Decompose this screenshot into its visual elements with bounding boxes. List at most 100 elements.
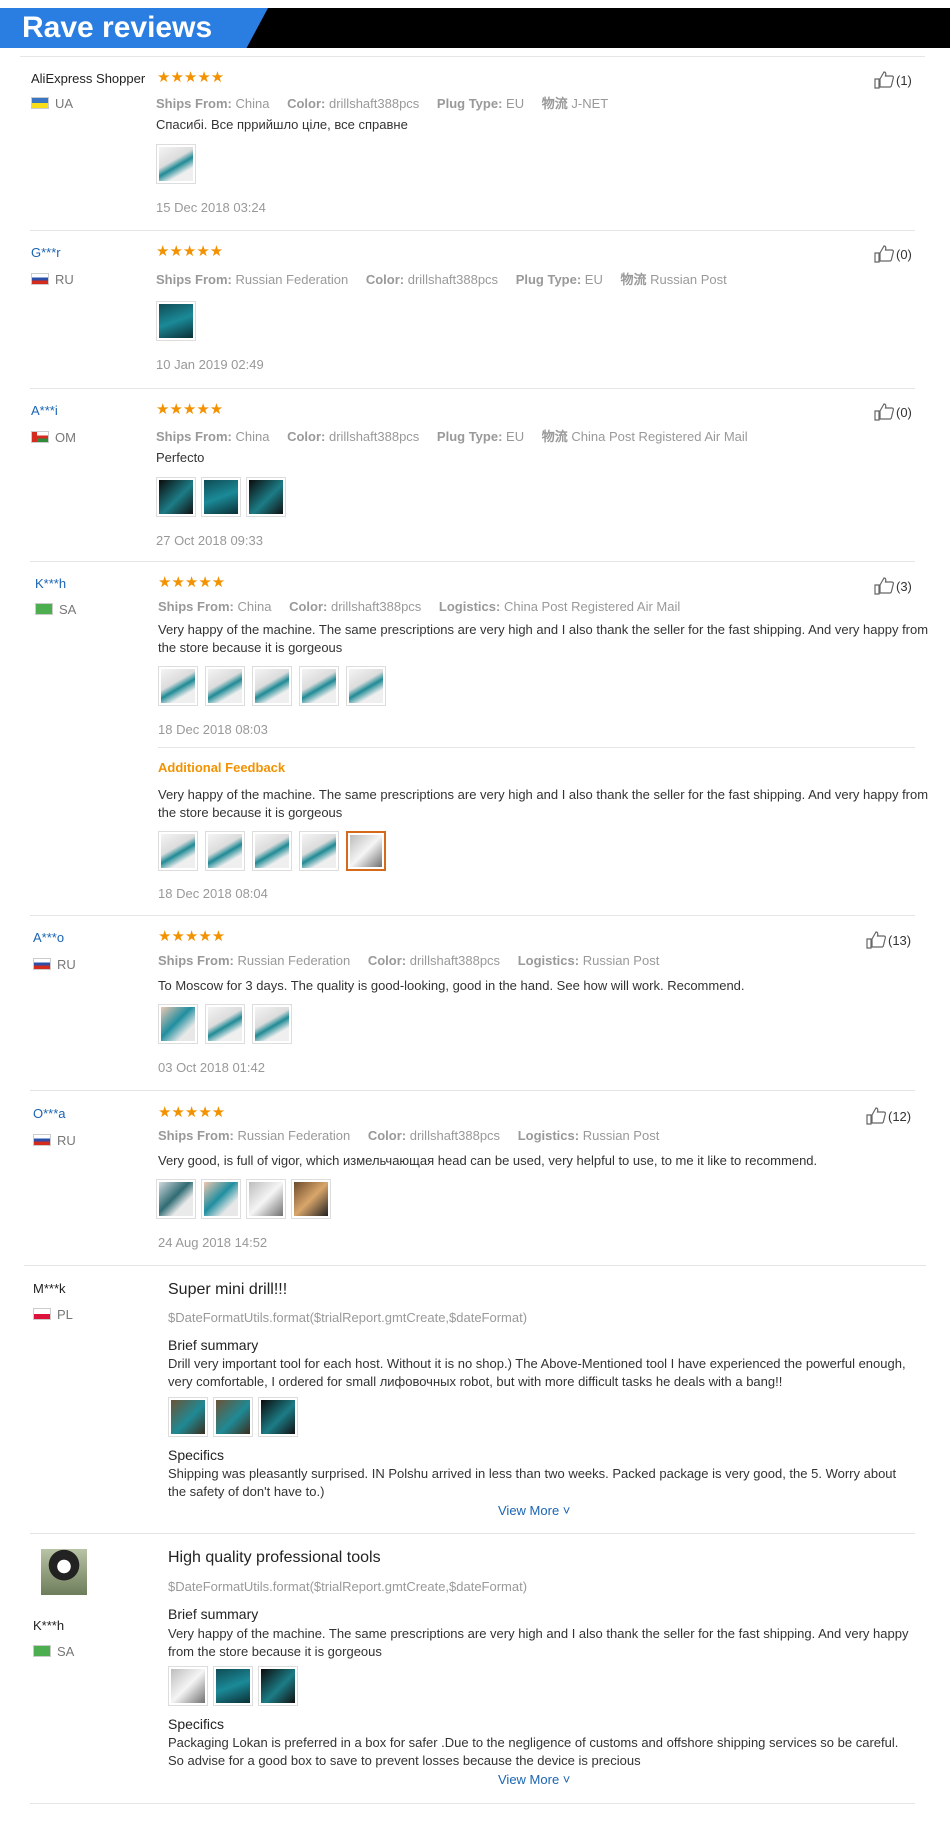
reviewer-name[interactable]: A***i [31, 403, 58, 418]
review-meta: Ships From: China Color: drillshaft388pc… [158, 599, 681, 614]
star-rating: ★★★★★ [156, 243, 224, 260]
additional-feedback-date: 18 Dec 2018 08:04 [158, 886, 268, 901]
thumbs-up-icon [874, 245, 894, 263]
reviewer-name[interactable]: AliExpress Shopper [31, 71, 145, 86]
review-meta: Ships From: China Color: drillshaft388pc… [156, 429, 748, 444]
photo-thumbnail[interactable] [156, 144, 196, 184]
photo-thumbnail[interactable] [201, 477, 241, 517]
brief-summary-text: Drill very important tool for each host.… [168, 1356, 906, 1389]
photo-thumbnail[interactable] [258, 1666, 298, 1706]
reviewer-name[interactable]: K***h [35, 576, 66, 591]
photo-thumbnail[interactable] [252, 1004, 292, 1044]
reviewer-name[interactable]: G***r [31, 245, 61, 260]
photo-thumbnail[interactable] [299, 831, 339, 871]
review-date: 03 Oct 2018 01:42 [158, 1060, 265, 1075]
report-photos [168, 1397, 298, 1437]
divider [30, 230, 915, 231]
photo-thumbnail[interactable] [168, 1666, 208, 1706]
divider [30, 561, 915, 562]
report-photos [168, 1666, 298, 1706]
additional-feedback-label: Additional Feedback [158, 760, 286, 775]
star-rating: ★★★★★ [158, 574, 226, 591]
brief-summary-heading: Brief summary [168, 1606, 259, 1622]
specifics-heading: Specifics [168, 1447, 225, 1463]
flag-icon [33, 1645, 51, 1657]
view-more-link[interactable]: View More ˅ [498, 1503, 570, 1518]
helpful-button[interactable]: (13) [866, 931, 911, 949]
photo-thumbnail[interactable] [156, 477, 196, 517]
country-code: RU [57, 957, 76, 972]
thumbs-up-icon [874, 577, 894, 595]
photo-thumbnail[interactable] [258, 1397, 298, 1437]
helpful-button[interactable]: (1) [874, 71, 912, 89]
review-text: Very good, is full of vigor, which измел… [158, 1153, 818, 1168]
flag-icon [33, 1308, 51, 1320]
helpful-count: (12) [888, 1109, 912, 1124]
thumbs-up-icon [866, 1107, 886, 1125]
flag-icon [31, 431, 49, 443]
photo-thumbnail-selected[interactable] [346, 831, 386, 871]
photo-thumbnail[interactable] [158, 831, 198, 871]
star-rating: ★★★★★ [156, 401, 224, 418]
reviewer-name[interactable]: O***a [33, 1106, 66, 1121]
additional-feedback-text: Very happy of the machine. The same pres… [158, 787, 929, 820]
specifics-heading: Specifics [168, 1716, 225, 1732]
photo-thumbnail[interactable] [246, 1179, 286, 1219]
reviewer-name[interactable]: A***o [33, 930, 64, 945]
helpful-count: (13) [888, 933, 912, 948]
report-title: High quality professional tools [168, 1549, 381, 1566]
view-more-link[interactable]: View More ˅ [498, 1772, 570, 1787]
review-photos [158, 666, 386, 706]
review-text: To Moscow for 3 days. The quality is goo… [158, 978, 745, 993]
review-photos [156, 477, 286, 517]
flag-icon [31, 97, 49, 109]
country-code: SA [57, 1644, 75, 1659]
country-code: RU [55, 272, 74, 287]
review-date: 15 Dec 2018 03:24 [156, 200, 266, 215]
specifics-text: Packaging Lokan is preferred in a box fo… [168, 1735, 899, 1768]
photo-thumbnail[interactable] [252, 831, 292, 871]
photo-thumbnail[interactable] [158, 666, 198, 706]
photo-thumbnail[interactable] [205, 1004, 245, 1044]
review-date: 10 Jan 2019 02:49 [156, 357, 264, 372]
banner-title: Rave reviews [22, 11, 213, 44]
thumbs-up-icon [874, 71, 894, 89]
photo-thumbnail[interactable] [299, 666, 339, 706]
divider [158, 747, 915, 748]
reviewer-name[interactable]: M***k [33, 1281, 66, 1296]
review-meta: Ships From: Russian Federation Color: dr… [158, 1128, 660, 1143]
photo-thumbnail[interactable] [252, 666, 292, 706]
photo-thumbnail[interactable] [205, 831, 245, 871]
review-photos [156, 301, 196, 341]
photo-thumbnail[interactable] [291, 1179, 331, 1219]
photo-thumbnail[interactable] [168, 1397, 208, 1437]
reviewer-country: PL [33, 1307, 73, 1322]
avatar[interactable] [41, 1549, 87, 1595]
photo-thumbnail[interactable] [158, 1004, 198, 1044]
photo-thumbnail[interactable] [213, 1397, 253, 1437]
divider [24, 1265, 926, 1266]
helpful-button[interactable]: (0) [874, 403, 912, 421]
helpful-button[interactable]: (0) [874, 245, 912, 263]
photo-thumbnail[interactable] [201, 1179, 241, 1219]
report-title: Super mini drill!!! [168, 1281, 288, 1298]
helpful-count: (3) [896, 579, 912, 594]
photo-thumbnail[interactable] [246, 477, 286, 517]
divider [30, 915, 915, 916]
helpful-button[interactable]: (3) [874, 577, 912, 595]
header-banner: Rave reviews [0, 8, 950, 48]
photo-thumbnail[interactable] [156, 1179, 196, 1219]
reviewer-name[interactable]: K***h [33, 1618, 64, 1633]
helpful-button[interactable]: (12) [866, 1107, 911, 1125]
photo-thumbnail[interactable] [156, 301, 196, 341]
star-rating: ★★★★★ [157, 69, 225, 86]
thumbs-up-icon [866, 931, 886, 949]
specifics-text: Shipping was pleasantly surprised. IN Po… [168, 1466, 897, 1499]
photo-thumbnail[interactable] [213, 1666, 253, 1706]
photo-thumbnail[interactable] [346, 666, 386, 706]
review-text: Спасибі. Все пррийшло ціле, все справне [156, 117, 408, 132]
divider [30, 1533, 915, 1534]
star-rating: ★★★★★ [158, 1104, 226, 1121]
star-rating: ★★★★★ [158, 928, 226, 945]
photo-thumbnail[interactable] [205, 666, 245, 706]
